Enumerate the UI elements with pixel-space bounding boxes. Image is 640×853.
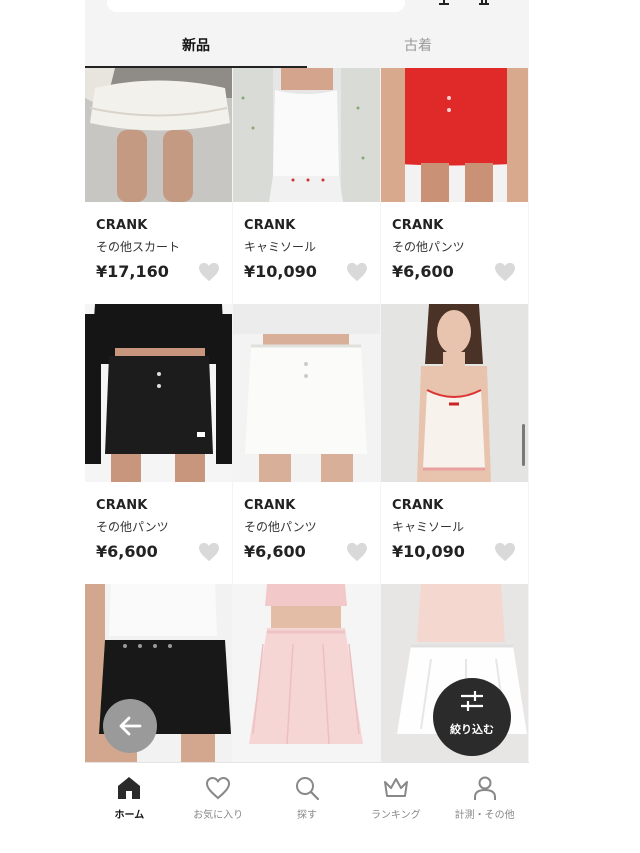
product-image[interactable] <box>85 68 232 202</box>
user-icon <box>473 776 496 800</box>
nav-ranking[interactable]: ランキング <box>351 763 440 853</box>
heart-icon <box>206 776 231 800</box>
product-price: ¥6,600 <box>392 262 454 281</box>
product-category: その他パンツ <box>244 520 317 534</box>
favorite-heart-icon[interactable] <box>494 262 516 282</box>
nav-search-label: 探す <box>296 810 317 821</box>
nav-favorites[interactable]: お気に入り <box>174 763 263 853</box>
favorite-heart-icon[interactable] <box>198 542 220 562</box>
product-brand: CRANK <box>244 218 296 233</box>
crown-icon <box>383 778 408 797</box>
favorite-heart-icon[interactable] <box>494 542 516 562</box>
product-row: CRANK その他スカート ¥17,160 CRANK キャミソール ¥10,0… <box>85 68 529 304</box>
product-image[interactable] <box>381 304 528 482</box>
product-card[interactable]: CRANK その他パンツ ¥6,600 <box>381 68 528 304</box>
product-brand: CRANK <box>392 498 444 513</box>
tab-new[interactable]: 新品 <box>85 22 307 68</box>
favorite-heart-icon[interactable] <box>198 262 220 282</box>
product-category: その他スカート <box>96 240 181 254</box>
product-image[interactable] <box>233 304 380 482</box>
nav-home-label: ホーム <box>114 810 145 821</box>
product-category: キャミソール <box>244 240 317 254</box>
nav-home[interactable]: ホーム <box>85 763 174 853</box>
product-image[interactable] <box>85 304 232 482</box>
back-button[interactable] <box>103 699 157 753</box>
nav-ranking-label: ランキング <box>370 810 421 821</box>
tab-bar: 新品 古着 <box>85 22 529 68</box>
favorite-heart-icon[interactable] <box>346 542 368 562</box>
product-brand: CRANK <box>96 498 148 513</box>
filter-label: 絞り込む <box>450 723 494 736</box>
filter-button[interactable]: 絞り込む <box>433 678 511 756</box>
product-row: CRANK その他パンツ ¥6,600 CRANK その他パンツ ¥6,600 … <box>85 304 529 584</box>
product-card[interactable]: CRANK その他パンツ ¥6,600 <box>233 304 380 584</box>
tab-new-label: 新品 <box>182 38 210 54</box>
product-brand: CRANK <box>96 218 148 233</box>
nav-search[interactable]: 探す <box>263 763 352 853</box>
product-image[interactable] <box>381 68 528 202</box>
product-price: ¥10,090 <box>244 262 317 281</box>
nav-measure-other-label: 計測・その他 <box>454 810 515 821</box>
tab-used[interactable]: 古着 <box>307 22 529 68</box>
product-price: ¥6,600 <box>244 542 306 561</box>
product-card[interactable] <box>233 584 380 762</box>
product-price: ¥6,600 <box>96 542 158 561</box>
product-image[interactable] <box>233 68 380 202</box>
product-card[interactable]: CRANK その他パンツ ¥6,600 <box>85 304 232 584</box>
product-price: ¥17,160 <box>96 262 169 281</box>
top-bar <box>85 0 529 22</box>
bottom-navigation: ホーム お気に入り 探す ランキング 計測・その他 <box>85 762 529 853</box>
cart-icon[interactable] <box>477 0 491 6</box>
left-margin <box>0 0 85 853</box>
product-brand: CRANK <box>244 498 296 513</box>
nav-favorites-label: お気に入り <box>193 810 244 821</box>
product-image[interactable] <box>233 584 380 762</box>
arrow-left-icon <box>119 716 142 736</box>
product-card[interactable]: CRANK キャミソール ¥10,090 <box>233 68 380 304</box>
search-icon <box>295 777 320 801</box>
favorite-heart-icon[interactable] <box>346 262 368 282</box>
product-price: ¥10,090 <box>392 542 465 561</box>
product-brand: CRANK <box>392 218 444 233</box>
filter-sliders-icon <box>461 691 483 711</box>
search-input[interactable] <box>107 0 405 12</box>
product-category: その他パンツ <box>96 520 169 534</box>
product-card[interactable]: CRANK キャミソール ¥10,090 <box>381 304 528 584</box>
product-category: その他パンツ <box>392 240 465 254</box>
tab-used-label: 古着 <box>404 38 432 54</box>
scrollbar[interactable] <box>522 424 525 466</box>
product-card[interactable]: CRANK その他スカート ¥17,160 <box>85 68 232 304</box>
nav-measure-other[interactable]: 計測・その他 <box>440 763 529 853</box>
home-icon <box>118 777 141 799</box>
app-screen: 新品 古着 CRANK その他スカート ¥17,160 CRANK キャミソール… <box>85 0 529 853</box>
right-margin <box>529 0 640 853</box>
bell-icon[interactable] <box>437 0 451 6</box>
product-category: キャミソール <box>392 520 465 534</box>
